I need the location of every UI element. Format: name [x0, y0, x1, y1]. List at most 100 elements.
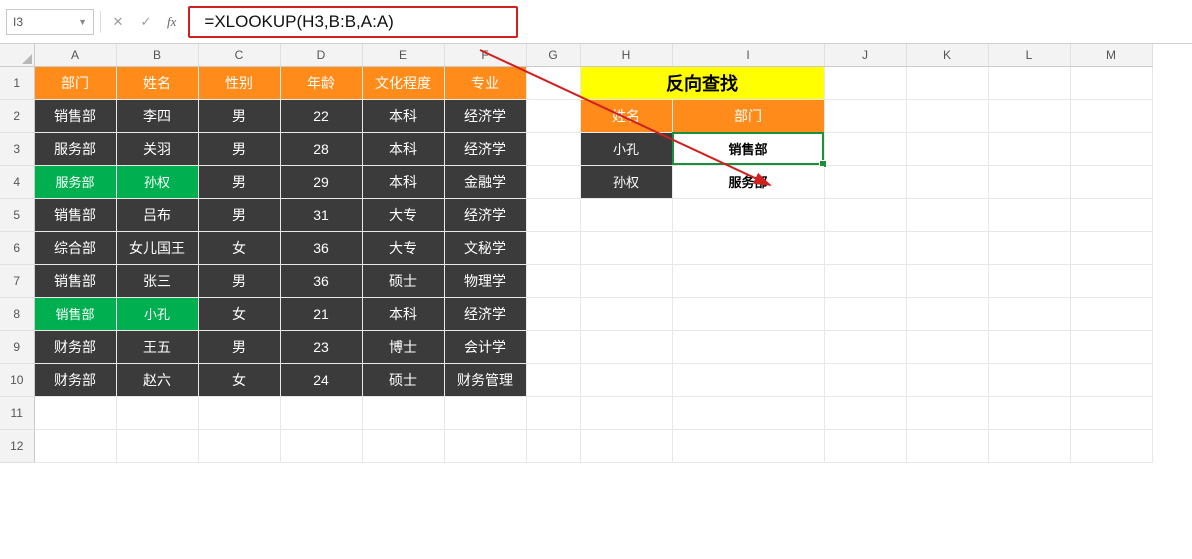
- cell[interactable]: [906, 132, 988, 165]
- cell[interactable]: [1070, 264, 1152, 297]
- row-header[interactable]: 2: [0, 99, 34, 132]
- cell[interactable]: 王五: [116, 330, 198, 363]
- table-header-cell[interactable]: 年龄: [280, 66, 362, 99]
- cell[interactable]: [824, 66, 906, 99]
- cell[interactable]: [526, 363, 580, 396]
- row-header[interactable]: 12: [0, 429, 34, 462]
- cell[interactable]: [1070, 429, 1152, 462]
- enter-icon[interactable]: ✓: [135, 11, 157, 33]
- cell[interactable]: [1070, 396, 1152, 429]
- cell[interactable]: [1070, 165, 1152, 198]
- cell[interactable]: 28: [280, 132, 362, 165]
- cell[interactable]: [1070, 198, 1152, 231]
- cell[interactable]: [906, 429, 988, 462]
- cell[interactable]: [526, 429, 580, 462]
- cell[interactable]: [824, 429, 906, 462]
- cell[interactable]: 经济学: [444, 297, 526, 330]
- cell[interactable]: 大专: [362, 198, 444, 231]
- cell[interactable]: [672, 363, 824, 396]
- cell[interactable]: 男: [198, 165, 280, 198]
- table-header-cell[interactable]: 部门: [34, 66, 116, 99]
- cell[interactable]: 男: [198, 198, 280, 231]
- row-header[interactable]: 3: [0, 132, 34, 165]
- cell[interactable]: [988, 66, 1070, 99]
- col-header[interactable]: B: [116, 44, 198, 66]
- cell[interactable]: [580, 297, 672, 330]
- cell[interactable]: 销售部: [34, 198, 116, 231]
- cell[interactable]: 男: [198, 132, 280, 165]
- cell[interactable]: [280, 396, 362, 429]
- cell[interactable]: [906, 363, 988, 396]
- cell[interactable]: [824, 165, 906, 198]
- cell[interactable]: [444, 396, 526, 429]
- col-header[interactable]: K: [906, 44, 988, 66]
- cell[interactable]: 女: [198, 363, 280, 396]
- cell[interactable]: [824, 132, 906, 165]
- cell[interactable]: [116, 396, 198, 429]
- cell[interactable]: [34, 429, 116, 462]
- cell[interactable]: 综合部: [34, 231, 116, 264]
- cell[interactable]: 物理学: [444, 264, 526, 297]
- cell[interactable]: [824, 363, 906, 396]
- lookup-header-name[interactable]: 姓名: [580, 99, 672, 132]
- table-header-cell[interactable]: 姓名: [116, 66, 198, 99]
- cell[interactable]: [672, 396, 824, 429]
- cell[interactable]: [280, 429, 362, 462]
- cell[interactable]: 博士: [362, 330, 444, 363]
- cell[interactable]: [34, 396, 116, 429]
- cell[interactable]: 销售部: [34, 297, 116, 330]
- cell[interactable]: 本科: [362, 165, 444, 198]
- cell[interactable]: [988, 231, 1070, 264]
- cell[interactable]: [198, 396, 280, 429]
- row-header[interactable]: 8: [0, 297, 34, 330]
- cell[interactable]: [526, 132, 580, 165]
- col-header[interactable]: L: [988, 44, 1070, 66]
- cell[interactable]: 男: [198, 330, 280, 363]
- cell[interactable]: 张三: [116, 264, 198, 297]
- cell[interactable]: [1070, 363, 1152, 396]
- cell[interactable]: [988, 297, 1070, 330]
- cell[interactable]: [906, 297, 988, 330]
- cell[interactable]: [526, 396, 580, 429]
- cell[interactable]: [526, 66, 580, 99]
- lookup-title[interactable]: 反向查找: [580, 66, 824, 99]
- cell[interactable]: 文秘学: [444, 231, 526, 264]
- table-header-cell[interactable]: 文化程度: [362, 66, 444, 99]
- cell[interactable]: [824, 396, 906, 429]
- cell[interactable]: [988, 132, 1070, 165]
- cell[interactable]: [824, 297, 906, 330]
- lookup-result[interactable]: 服务部: [672, 165, 824, 198]
- cell[interactable]: [1070, 231, 1152, 264]
- cell[interactable]: [580, 363, 672, 396]
- col-header[interactable]: D: [280, 44, 362, 66]
- cell[interactable]: 女儿国王: [116, 231, 198, 264]
- cancel-icon[interactable]: ✕: [107, 11, 129, 33]
- row-header[interactable]: 1: [0, 66, 34, 99]
- cell[interactable]: 服务部: [34, 132, 116, 165]
- row-header[interactable]: 4: [0, 165, 34, 198]
- cell[interactable]: [988, 396, 1070, 429]
- cell[interactable]: [906, 396, 988, 429]
- cell[interactable]: 财务部: [34, 330, 116, 363]
- cell[interactable]: [672, 330, 824, 363]
- cell[interactable]: 孙权: [116, 165, 198, 198]
- col-header[interactable]: E: [362, 44, 444, 66]
- cell[interactable]: 经济学: [444, 99, 526, 132]
- cell[interactable]: [1070, 297, 1152, 330]
- cell[interactable]: 服务部: [34, 165, 116, 198]
- row-header[interactable]: 10: [0, 363, 34, 396]
- cell[interactable]: [1070, 66, 1152, 99]
- table-header-cell[interactable]: 性别: [198, 66, 280, 99]
- cell[interactable]: [580, 330, 672, 363]
- cell[interactable]: [362, 396, 444, 429]
- cell[interactable]: [526, 198, 580, 231]
- cell[interactable]: 财务管理: [444, 363, 526, 396]
- cell[interactable]: [1070, 132, 1152, 165]
- cell[interactable]: 24: [280, 363, 362, 396]
- cell[interactable]: 销售部: [34, 264, 116, 297]
- row-header[interactable]: 7: [0, 264, 34, 297]
- cell[interactable]: [988, 363, 1070, 396]
- cell[interactable]: [526, 264, 580, 297]
- cell[interactable]: 本科: [362, 99, 444, 132]
- col-header[interactable]: H: [580, 44, 672, 66]
